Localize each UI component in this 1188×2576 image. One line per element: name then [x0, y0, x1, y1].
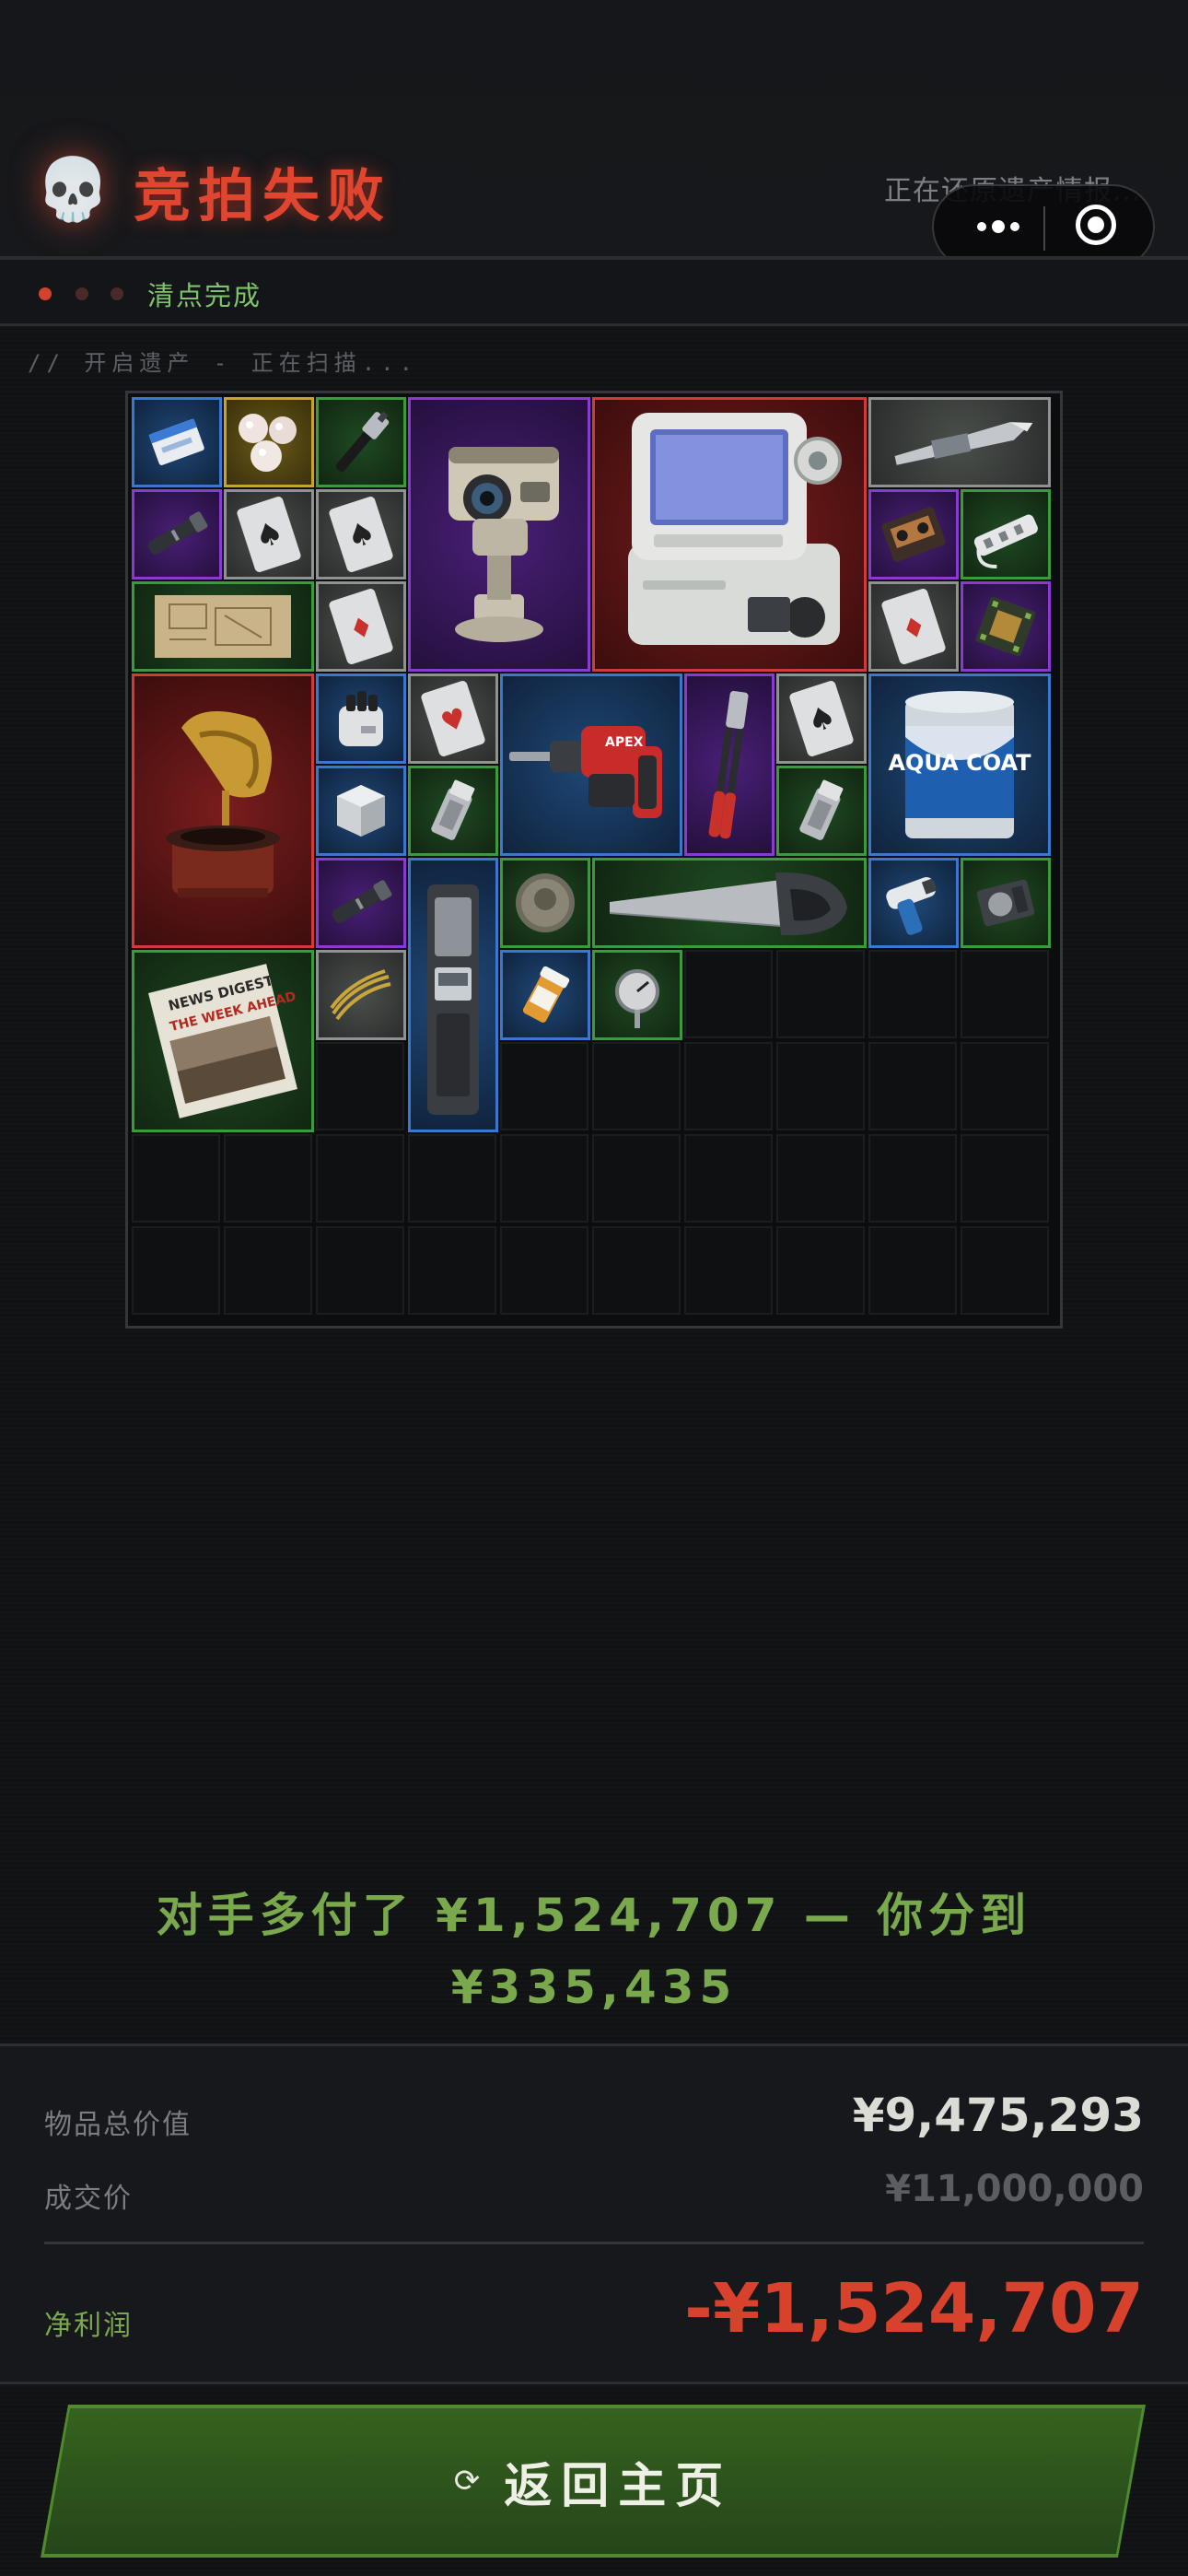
result-line-1: 对手多付了 ¥1,524,707 — 你分到 [156, 1889, 1032, 1942]
playing-card-spades-item[interactable]: ♠ [316, 489, 406, 580]
scan-text: // 开启遗产 - 正在扫描... [28, 350, 419, 376]
grid-cell [592, 1134, 681, 1223]
summary-divider [44, 2242, 1144, 2244]
page-title: 竞拍失败 [134, 162, 392, 229]
grid-cell [868, 1134, 957, 1223]
grid-cell [961, 1226, 1049, 1315]
grid-cell [224, 1134, 312, 1223]
grid-cell [868, 1042, 957, 1130]
total-value: ¥9,475,293 [852, 2089, 1144, 2142]
recorder-device-item[interactable] [408, 858, 498, 1132]
result-message: 对手多付了 ¥1,524,707 — 你分到 ¥335,435 [0, 1879, 1188, 2023]
hard-drive-item[interactable] [961, 858, 1051, 948]
playing-card-spades-item[interactable]: ♠ [776, 673, 867, 764]
result-line-2: ¥335,435 [450, 1961, 738, 2014]
grid-cell [684, 1226, 773, 1315]
grid-cell [500, 1042, 588, 1130]
pan-tilt-camera-item[interactable] [408, 397, 590, 672]
net-profit-label: 净利润 [44, 2310, 133, 2342]
wrench-item[interactable] [316, 397, 406, 487]
hand-saw-item[interactable] [592, 858, 867, 948]
return-home-button[interactable]: ⟳ 返回主页 [44, 2408, 1142, 2554]
grid-cell [132, 1226, 220, 1315]
grid-cell [500, 1226, 588, 1315]
utility-knife-item[interactable] [868, 397, 1051, 487]
grid-cell [684, 1134, 773, 1223]
grid-cell [316, 1042, 404, 1130]
total-value-label: 物品总价值 [44, 2109, 192, 2141]
flashlight-item[interactable] [132, 489, 222, 580]
lighter-item[interactable] [776, 766, 867, 856]
grid-cell [592, 1042, 681, 1130]
status-dot [111, 287, 123, 300]
status-dot-active [39, 287, 52, 300]
grid-cell [408, 1134, 496, 1223]
cube-canister-item[interactable] [316, 766, 406, 856]
drill-brand-label: APEX [605, 735, 644, 750]
power-strip-item[interactable] [961, 489, 1051, 580]
grid-cell [776, 1226, 865, 1315]
playing-card-spades-item[interactable]: ♠ [224, 489, 314, 580]
cigarette-pack-item[interactable] [132, 397, 222, 487]
circuit-board-item[interactable] [961, 581, 1051, 672]
pill-bottle-item[interactable] [500, 950, 590, 1040]
more-icon[interactable] [961, 186, 1035, 267]
close-target-icon[interactable] [1076, 205, 1116, 245]
coin-item[interactable] [500, 858, 590, 948]
inventory-grid: ♠ ♠ ♦ ♦ ♥ APEX ♠ AQUA COAT NEWS DIGEST T… [125, 391, 1063, 1329]
skull-icon: 💀 [35, 154, 111, 225]
rotary-hammer-drill-item[interactable]: APEX [500, 673, 682, 856]
deal-price-value: ¥11,000,000 [885, 2168, 1144, 2210]
status-bar: 清点完成 [0, 260, 1188, 326]
gauge-thermometer-item[interactable] [592, 950, 682, 1040]
knob-canister-item[interactable] [316, 673, 406, 764]
return-home-label: 返回主页 [504, 2458, 733, 2514]
newspaper-item[interactable]: NEWS DIGEST THE WEEK AHEAD [132, 950, 314, 1132]
flashlight-item[interactable] [316, 858, 406, 948]
grid-cell [224, 1226, 312, 1315]
thermometer-gun-item[interactable] [868, 858, 959, 948]
grid-cell [868, 1226, 957, 1315]
pearls-item[interactable] [224, 397, 314, 487]
status-text: 清点完成 [147, 280, 262, 311]
deal-price-label: 成交价 [44, 2183, 133, 2215]
grid-cell [132, 1134, 220, 1223]
cassette-tape-item[interactable] [868, 489, 959, 580]
header: 💀 竞拍失败 正在还原遗产情报... [0, 0, 1188, 269]
paint-can-item[interactable]: AQUA COAT [868, 673, 1051, 856]
capsule-divider [1043, 206, 1045, 251]
net-profit-value: -¥1,524,707 [684, 2269, 1144, 2348]
refresh-icon: ⟳ [453, 2463, 481, 2500]
playing-card-hearts-item[interactable]: ♥ [408, 673, 498, 764]
grid-cell [684, 1042, 773, 1130]
grid-cell [316, 1134, 404, 1223]
grid-cell [592, 1226, 681, 1315]
grid-cell [961, 950, 1049, 1038]
rope-item[interactable] [316, 950, 406, 1040]
grid-cell [961, 1042, 1049, 1130]
grid-cell [961, 1134, 1049, 1223]
bolt-cutter-item[interactable] [684, 673, 775, 856]
grid-cell [316, 1226, 404, 1315]
grid-cell [776, 1042, 865, 1130]
playing-card-diamond-item[interactable]: ♦ [316, 581, 406, 672]
playing-card-diamond-item[interactable]: ♦ [868, 581, 959, 672]
lighter-item[interactable] [408, 766, 498, 856]
grid-cell [500, 1134, 588, 1223]
status-dot [76, 287, 88, 300]
paint-can-label: AQUA COAT [888, 750, 1031, 776]
gramophone-item[interactable] [132, 673, 314, 948]
grid-cell [776, 1134, 865, 1223]
summary-panel: 物品总价值 ¥9,475,293 成交价 ¥11,000,000 净利润 -¥1… [0, 2043, 1188, 2384]
grid-cell [408, 1226, 496, 1315]
grid-cell [776, 950, 865, 1038]
grid-cell [868, 950, 957, 1038]
blueprint-map-item[interactable] [132, 581, 314, 672]
grid-cell [684, 950, 773, 1038]
medical-monitor-item[interactable] [592, 397, 867, 672]
